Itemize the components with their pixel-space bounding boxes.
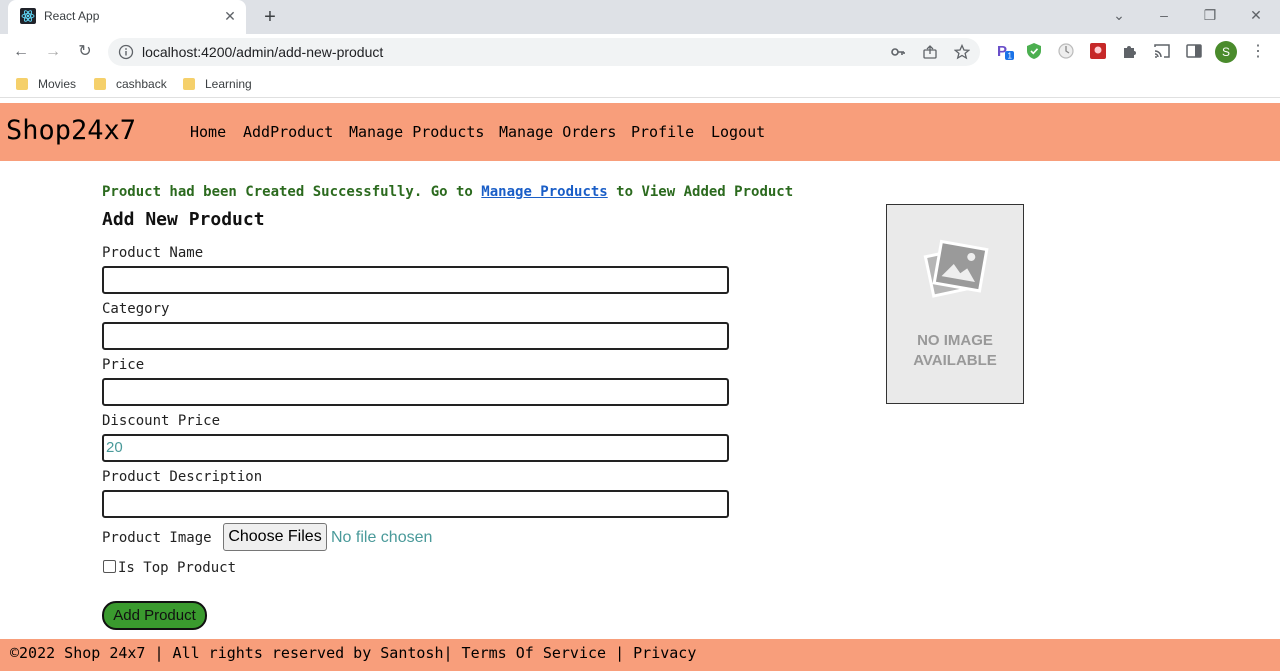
window-close-icon[interactable]: ✕ xyxy=(1244,5,1268,25)
address-bar[interactable]: localhost:4200/admin/add-new-product xyxy=(108,38,980,66)
success-suffix: to View Added Product xyxy=(607,184,794,200)
privacy-link[interactable]: Privacy xyxy=(633,644,696,662)
bookmarks-bar: Movies cashback Learning xyxy=(0,70,1280,98)
cast-icon[interactable] xyxy=(1153,42,1171,60)
price-input[interactable] xyxy=(102,378,729,406)
restore-icon[interactable]: ❐ xyxy=(1198,5,1222,25)
folder-icon xyxy=(94,78,106,90)
bookmark-label: cashback xyxy=(116,77,167,91)
shield-icon[interactable] xyxy=(1025,42,1043,60)
top-product-checkbox[interactable] xyxy=(103,560,116,573)
success-message: Product had been Created Successfully. G… xyxy=(102,184,793,200)
price-label: Price xyxy=(102,357,145,373)
browser-tabstrip: React App ✕ + ⌄ – ❐ ✕ xyxy=(0,0,1280,34)
terms-link[interactable]: Terms Of Service xyxy=(462,644,607,662)
no-image-text: NO IMAGE AVAILABLE xyxy=(887,331,1023,371)
pushbullet-extension-icon[interactable]: P 1 xyxy=(996,42,1014,60)
nav-add-product[interactable]: AddProduct xyxy=(243,123,333,141)
browser-tab[interactable]: React App ✕ xyxy=(8,0,246,34)
bookmark-label: Learning xyxy=(205,77,252,91)
image-placeholder-icon xyxy=(923,239,989,298)
url-text[interactable]: localhost:4200/admin/add-new-product xyxy=(142,44,383,60)
key-icon[interactable] xyxy=(890,44,906,60)
more-menu-icon[interactable]: ⋮ xyxy=(1250,41,1266,63)
react-icon xyxy=(20,8,36,24)
bookmark-learning[interactable]: Learning xyxy=(183,76,252,92)
manage-products-link[interactable]: Manage Products xyxy=(481,184,607,200)
folder-icon xyxy=(183,78,195,90)
nav-manage-products[interactable]: Manage Products xyxy=(349,123,484,141)
star-icon[interactable] xyxy=(954,44,970,60)
form-title: Add New Product xyxy=(102,209,265,230)
bookmark-movies[interactable]: Movies xyxy=(16,76,76,92)
nav-logout[interactable]: Logout xyxy=(711,123,765,141)
nav-profile[interactable]: Profile xyxy=(631,123,694,141)
success-prefix: Product had been Created Successfully. G… xyxy=(102,184,482,200)
reload-icon[interactable]: ↻ xyxy=(74,41,96,63)
browser-toolbar: ← → ↻ localhost:4200/admin/add-new-produ… xyxy=(0,34,1280,70)
timer-extension-icon[interactable] xyxy=(1057,42,1075,60)
file-status: No file chosen xyxy=(331,529,433,546)
bookmark-label: Movies xyxy=(38,77,77,91)
extension-badge: 1 xyxy=(1008,52,1013,61)
no-image-line2: AVAILABLE xyxy=(913,352,997,369)
back-icon[interactable]: ← xyxy=(10,41,32,63)
add-product-button[interactable]: Add Product xyxy=(102,601,207,630)
category-input[interactable] xyxy=(102,322,729,350)
discount-price-input[interactable]: 20 xyxy=(102,434,729,462)
new-tab-button[interactable]: + xyxy=(259,6,281,28)
footer-separator: | xyxy=(443,644,462,662)
product-description-input[interactable] xyxy=(102,490,729,518)
share-icon[interactable] xyxy=(922,44,938,60)
image-preview: NO IMAGE AVAILABLE xyxy=(886,204,1024,404)
product-name-input[interactable] xyxy=(102,266,729,294)
tab-title: React App xyxy=(44,9,100,23)
chevron-down-icon[interactable]: ⌄ xyxy=(1107,5,1131,25)
nav-home[interactable]: Home xyxy=(190,123,226,141)
top-product-label: Is Top Product xyxy=(118,560,237,576)
close-icon[interactable]: ✕ xyxy=(222,8,238,24)
footer: ©2022 Shop 24x7 | All rights reserved by… xyxy=(0,639,1280,671)
app-navbar: Shop24x7 Home AddProduct Manage Products… xyxy=(0,103,1280,161)
product-name-label: Product Name xyxy=(102,245,204,261)
brand-logo[interactable]: Shop24x7 xyxy=(6,115,136,146)
red-extension-icon[interactable] xyxy=(1089,42,1107,60)
minimize-icon[interactable]: – xyxy=(1152,5,1176,25)
footer-separator: | xyxy=(606,644,634,662)
puzzle-icon[interactable] xyxy=(1121,42,1139,60)
no-image-line1: NO IMAGE xyxy=(917,332,993,349)
discount-price-label: Discount Price xyxy=(102,413,221,429)
choose-files-button[interactable]: Choose Files xyxy=(223,523,327,551)
product-description-label: Product Description xyxy=(102,469,263,485)
folder-icon xyxy=(16,78,28,90)
product-image-label: Product Image xyxy=(102,530,212,546)
footer-text: ©2022 Shop 24x7 | All rights reserved by… xyxy=(10,644,696,662)
bookmark-cashback[interactable]: cashback xyxy=(94,76,167,92)
footer-copyright: ©2022 Shop 24x7 | All rights reserved by… xyxy=(10,644,444,662)
category-label: Category xyxy=(102,301,170,317)
nav-manage-orders[interactable]: Manage Orders xyxy=(499,123,616,141)
side-panel-icon[interactable] xyxy=(1185,42,1203,60)
profile-avatar[interactable]: S xyxy=(1215,41,1237,63)
info-icon[interactable] xyxy=(118,44,134,60)
forward-icon[interactable]: → xyxy=(42,41,64,63)
